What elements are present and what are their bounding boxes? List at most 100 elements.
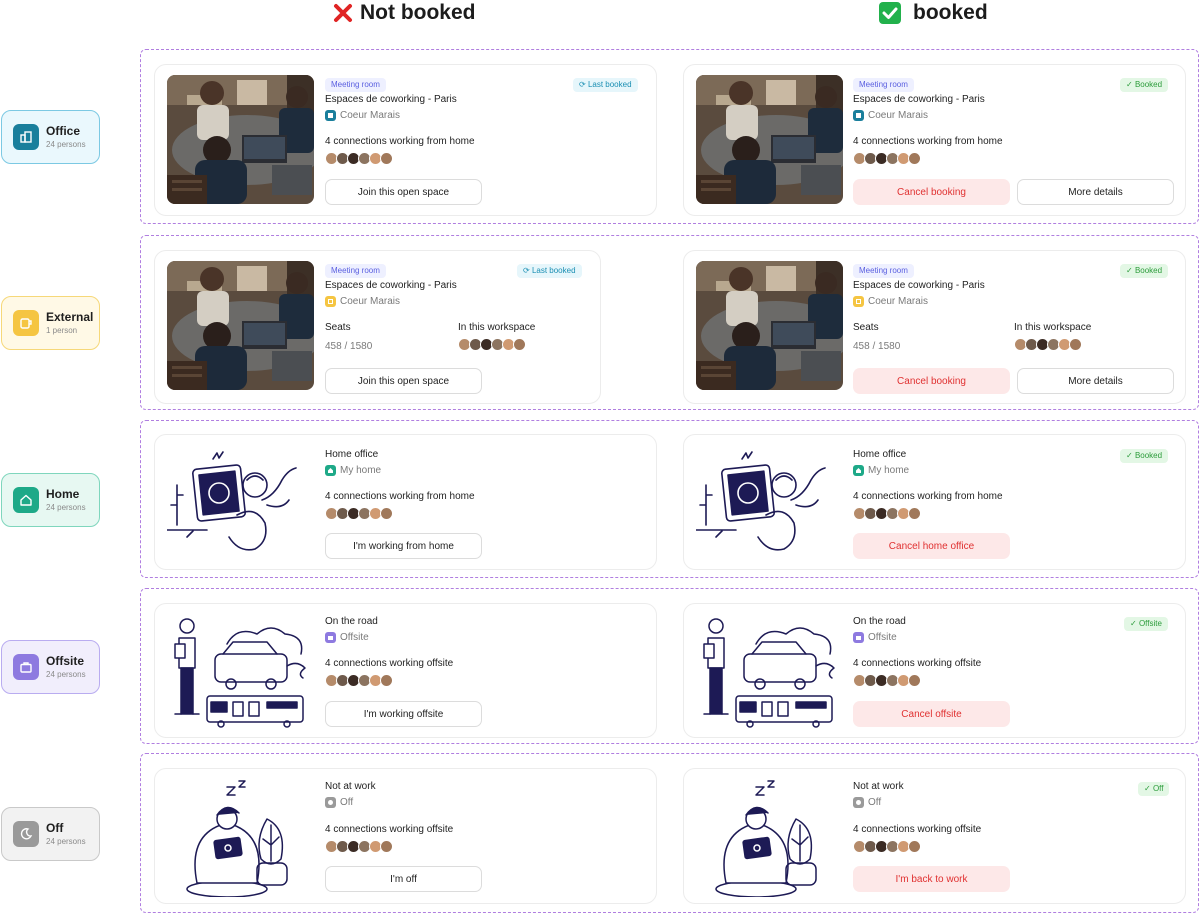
avatar-group[interactable] [1014,338,1082,351]
connections-label: 4 connections working offsite [853,824,982,835]
connections-label: 4 connections working from home [853,136,1003,147]
avatar-group[interactable] [853,840,921,853]
cancel-booking-button[interactable]: Cancel booking [853,368,1010,394]
category-count: 24 persons [46,503,86,512]
not-at-work-illustration [696,779,843,898]
category-offsite[interactable]: Offsite 24 persons [1,640,100,694]
booked-header: booked [879,0,988,26]
space-title: Espaces de coworking - Paris [325,280,457,291]
space-title: Espaces de coworking - Paris [853,280,985,291]
avatar [908,507,921,520]
on-the-road-illustration [696,614,843,732]
category-off[interactable]: Off 24 persons [1,807,100,861]
last-booked-tag: ⟳ Last booked [573,78,638,92]
avatar [908,674,921,687]
location-label: Coeur Marais [868,110,929,121]
location: Coeur Marais [853,110,928,121]
moon-icon [325,797,336,808]
seats-value: 458 / 1580 [853,341,901,352]
seats-label: Seats [853,322,879,333]
off-card-not-booked: Not at work Off 4 connections working of… [154,768,657,904]
avatar [380,507,393,520]
space-title: Espaces de coworking - Paris [325,94,457,105]
connections-label: 4 connections working from home [325,136,475,147]
location: Coeur Marais [325,110,400,121]
avatar-group[interactable] [325,507,393,520]
avatar-group[interactable] [458,338,526,351]
building-icon [853,110,864,121]
avatar-group[interactable] [325,674,393,687]
avatar [513,338,526,351]
not-booked-label: Not booked [360,1,476,24]
avatar-group[interactable] [853,152,921,165]
category-external[interactable]: External 1 person [1,296,100,350]
moon-icon [853,797,864,808]
connections-label: 4 connections working offsite [853,658,982,669]
last-booked-label: Last booked [587,80,632,89]
briefcase-icon [853,632,864,643]
home-office-illustration [695,445,843,563]
booked-tag: ✓ Offsite [1124,617,1168,631]
location: My home [325,465,381,476]
seats-label: Seats [325,322,351,333]
cancel-booking-button[interactable]: Cancel booking [853,179,1010,205]
category-office[interactable]: Office 24 persons [1,110,100,164]
workspace-label: In this workspace [458,322,536,333]
coworking-photo [167,261,314,390]
booked-tag-label: Booked [1134,266,1163,275]
avatar-group[interactable] [325,152,393,165]
meeting-room-tag: Meeting room [853,78,914,92]
location-label: Coeur Marais [340,296,401,307]
booked-tag-label: Booked [1134,451,1163,460]
status-title: Not at work [325,781,376,792]
working-offsite-button[interactable]: I'm working offsite [325,701,482,727]
avatar [908,840,921,853]
category-name: External [46,310,94,324]
category-count: 24 persons [46,837,86,846]
coworking-photo [696,75,843,204]
connections-label: 4 connections working offsite [325,824,454,835]
not-at-work-illustration [167,779,314,898]
working-from-home-button[interactable]: I'm working from home [325,533,482,559]
location-label: Coeur Marais [868,296,929,307]
mug-icon [13,310,39,336]
location-label: My home [868,465,910,476]
avatar-group[interactable] [853,507,921,520]
mug-icon [853,296,864,307]
not-booked-header: Not booked [332,0,476,26]
more-details-button[interactable]: More details [1017,179,1174,205]
home-icon [325,465,336,476]
location-label: Coeur Marais [340,110,401,121]
more-details-button[interactable]: More details [1017,368,1174,394]
avatar [908,152,921,165]
status-title: On the road [853,616,906,627]
status-title: On the road [325,616,378,627]
avatar [380,152,393,165]
back-to-work-button[interactable]: I'm back to work [853,866,1010,892]
external-card-not-booked: Meeting room ⟳ Last booked Espaces de co… [154,250,601,404]
join-open-space-button[interactable]: Join this open space [325,368,482,394]
status-title: Home office [853,449,907,460]
meeting-room-tag: Meeting room [853,264,914,278]
avatar [380,674,393,687]
location: Offsite [853,632,897,643]
booked-tag: ✓ Booked [1120,449,1169,463]
avatar [380,840,393,853]
cross-icon [332,2,354,24]
location-label: My home [340,465,382,476]
category-name: Offsite [46,654,85,668]
booked-tag-label: Off [1152,784,1164,793]
connections-label: 4 connections working offsite [325,658,454,669]
avatar-group[interactable] [325,840,393,853]
briefcase-icon [13,654,39,680]
cancel-home-office-button[interactable]: Cancel home office [853,533,1010,559]
location: My home [853,465,909,476]
category-home[interactable]: Home 24 persons [1,473,100,527]
im-off-button[interactable]: I'm off [325,866,482,892]
check-icon [879,2,901,24]
offsite-card-booked: ✓ Offsite On the road Offsite 4 connecti… [683,603,1186,738]
join-open-space-button[interactable]: Join this open space [325,179,482,205]
avatar-group[interactable] [853,674,921,687]
connections-label: 4 connections working from home [325,491,475,502]
cancel-offsite-button[interactable]: Cancel offsite [853,701,1010,727]
